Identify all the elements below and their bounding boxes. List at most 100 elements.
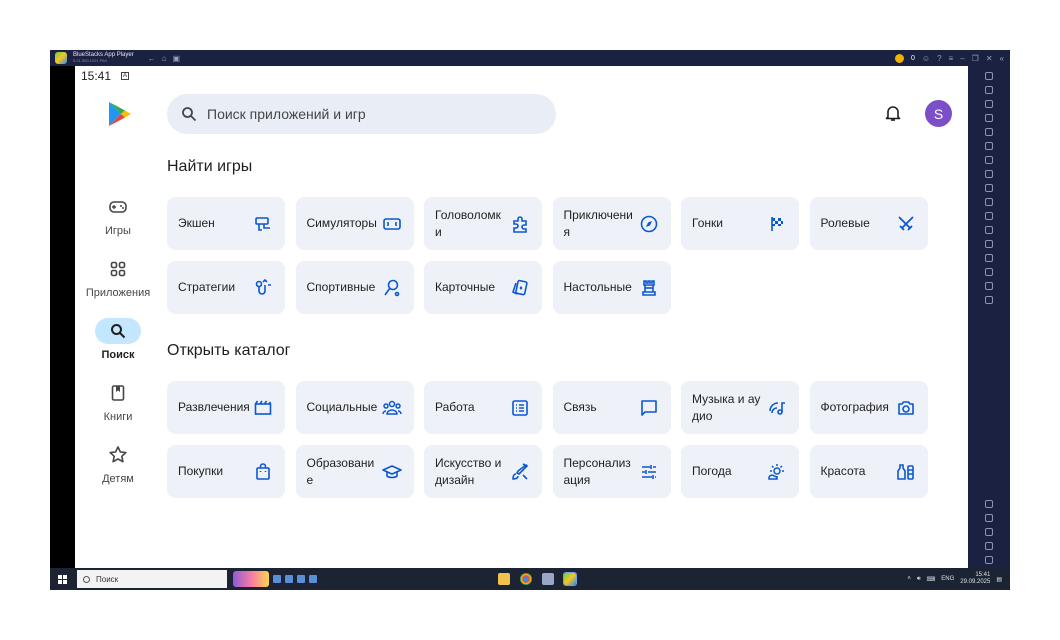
- tile-strategy[interactable]: Стратегии: [167, 261, 285, 314]
- tile-adventure[interactable]: Приключения: [552, 197, 671, 250]
- minimize-icon[interactable]: –: [960, 54, 964, 63]
- nav-item-books[interactable]: Книги: [83, 380, 153, 423]
- status-time: 15:41: [81, 69, 112, 83]
- calculator-icon[interactable]: [285, 575, 293, 583]
- windows-start-icon[interactable]: [58, 574, 67, 584]
- tile-label: Музыка и аудио: [692, 391, 761, 423]
- speaker-icon[interactable]: 🔊︎: [917, 576, 921, 583]
- tile-label: Экшен: [178, 216, 215, 230]
- camera-icon: [896, 398, 916, 418]
- nav-label-books: Книги: [103, 411, 133, 423]
- tile-work[interactable]: Работа: [424, 381, 542, 434]
- nav-item-search[interactable]: Поиск: [83, 318, 153, 361]
- tile-education[interactable]: Образование: [295, 445, 414, 498]
- close-icon[interactable]: ✕: [986, 54, 993, 63]
- tile-sports[interactable]: Спортивные: [295, 261, 414, 314]
- more-tools-icon[interactable]: [985, 296, 993, 304]
- menu-icon[interactable]: ≡: [949, 54, 954, 63]
- file-explorer-icon[interactable]: [498, 573, 510, 585]
- taskbar-widget-thumbnail[interactable]: [233, 571, 269, 587]
- nav-item-apps[interactable]: Приложения: [83, 256, 153, 299]
- bell-icon[interactable]: [885, 104, 901, 122]
- multi-instance-icon[interactable]: [985, 226, 993, 234]
- tile-action[interactable]: Экшен: [167, 197, 285, 250]
- avatar[interactable]: S: [925, 100, 952, 127]
- trash-icon[interactable]: [297, 575, 305, 583]
- google-play-logo-icon: [109, 102, 131, 126]
- catalog-grid: Развлечения Социальные Работа Связь Музы…: [167, 381, 928, 498]
- layers-icon[interactable]: [985, 268, 993, 276]
- tile-label: Красота: [820, 464, 866, 478]
- bluestacks-taskbar-icon[interactable]: [563, 572, 577, 586]
- eco-mode-icon[interactable]: [985, 254, 993, 262]
- tile-entertainment[interactable]: Развлечения: [167, 381, 285, 434]
- android-apps-icon[interactable]: [985, 556, 993, 564]
- tile-art-design[interactable]: Искусство и дизайн: [424, 445, 542, 498]
- coin-icon[interactable]: [895, 53, 905, 63]
- gallery-icon[interactable]: [985, 198, 993, 206]
- taskbar-search[interactable]: Поиск: [77, 570, 227, 588]
- tile-shopping[interactable]: Покупки: [167, 445, 285, 498]
- search-icon: [182, 107, 197, 122]
- shake-icon[interactable]: [985, 240, 993, 248]
- volume-icon[interactable]: [985, 86, 993, 94]
- search-bar[interactable]: Поиск приложений и игр: [167, 94, 556, 134]
- tile-beauty[interactable]: Красота: [809, 445, 928, 498]
- chat-icon: [639, 398, 659, 418]
- language-indicator[interactable]: ENG: [941, 576, 954, 582]
- tile-social[interactable]: Социальные: [295, 381, 414, 434]
- simulator-icon: [382, 214, 402, 234]
- tile-puzzles[interactable]: Головоломки: [424, 197, 542, 250]
- fullscreen-icon[interactable]: [985, 72, 993, 80]
- home-icon[interactable]: ⌂: [162, 54, 167, 63]
- chrome-icon[interactable]: [520, 573, 532, 585]
- tile-simulators[interactable]: Симуляторы: [295, 197, 414, 250]
- settings-icon[interactable]: [985, 500, 993, 508]
- tile-roleplay[interactable]: Ролевые: [809, 197, 928, 250]
- location-icon[interactable]: [985, 212, 993, 220]
- tile-photography[interactable]: Фотография: [809, 381, 928, 434]
- keyboard-icon[interactable]: ⌨︎: [927, 576, 936, 583]
- graduation-cap-icon: [381, 462, 402, 482]
- install-apk-icon[interactable]: [985, 170, 993, 178]
- tile-board[interactable]: Настольные: [552, 261, 671, 314]
- windows-taskbar: Поиск ˄ 🔊︎ ⌨︎ ENG 15:41 29.09.2025 ▤: [50, 568, 1010, 590]
- app-icon[interactable]: [542, 573, 554, 585]
- tile-label: Стратегии: [178, 280, 236, 294]
- android-home-icon[interactable]: [985, 528, 993, 536]
- section-title-catalog: Открыть каталог: [167, 342, 291, 359]
- nav-item-kids[interactable]: Детям: [83, 442, 153, 485]
- taskbar-clock[interactable]: 15:41 29.09.2025: [960, 572, 990, 586]
- tile-personalization[interactable]: Персонализация: [552, 445, 671, 498]
- tile-racing[interactable]: Гонки: [681, 197, 799, 250]
- tile-label: Головоломки: [435, 207, 501, 239]
- tile-communication[interactable]: Связь: [552, 381, 671, 434]
- search-input[interactable]: Поиск приложений и игр: [207, 106, 366, 122]
- task-view-icon[interactable]: [273, 575, 281, 583]
- macro-icon[interactable]: [985, 142, 993, 150]
- tray-chevron-icon[interactable]: ˄: [907, 576, 911, 582]
- tile-music[interactable]: Музыка и аудио: [681, 381, 799, 434]
- notification-icon[interactable]: ▤: [996, 576, 1002, 583]
- screen-record-icon[interactable]: [985, 100, 993, 108]
- nav-item-games[interactable]: Игры: [83, 194, 153, 237]
- android-back-icon[interactable]: [985, 514, 993, 522]
- collapse-sidebar-icon[interactable]: «: [1000, 54, 1004, 63]
- keyboard-controls-icon[interactable]: [985, 156, 993, 164]
- restore-icon[interactable]: ❐: [972, 54, 979, 63]
- tile-label: Ролевые: [820, 216, 870, 230]
- sync-icon[interactable]: [985, 282, 993, 290]
- bluestacks-logo-icon: [55, 52, 67, 64]
- screenshot-icon[interactable]: [985, 184, 993, 192]
- back-arrow-icon[interactable]: ←: [148, 54, 156, 63]
- tile-cards[interactable]: Карточные: [424, 261, 542, 314]
- account-icon[interactable]: ☺: [922, 54, 930, 63]
- media-manager-icon[interactable]: [985, 114, 993, 122]
- multitask-icon[interactable]: ▣: [173, 54, 181, 63]
- tile-weather[interactable]: Погода: [681, 445, 799, 498]
- nav-label-kids: Детям: [102, 473, 134, 485]
- rotate-icon[interactable]: [985, 128, 993, 136]
- help-icon[interactable]: ?: [937, 54, 941, 63]
- help-app-icon[interactable]: [309, 575, 317, 583]
- android-recents-icon[interactable]: [985, 542, 993, 550]
